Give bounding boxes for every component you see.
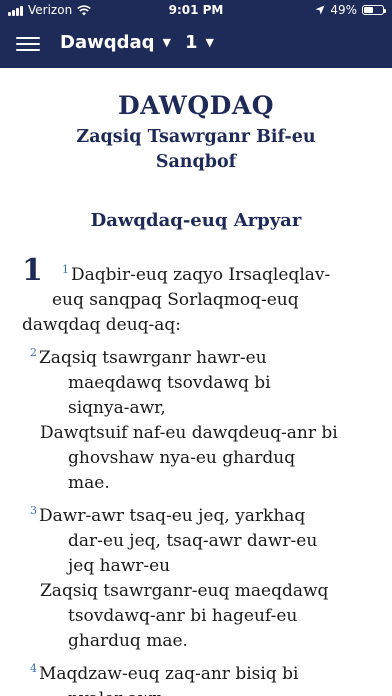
verse-text: Dawqtsuif naf-eu dawqdeuq-anr bi xyxy=(40,423,338,443)
verse-number[interactable]: 4 xyxy=(30,662,37,675)
verse-line: euq sanqpaq Sorlaqmoq-euq xyxy=(52,288,299,313)
verse-line: gharduq mae. xyxy=(68,629,188,654)
verse-line: 3 Dawr-awr tsaq-eu jeq, yarkhaq xyxy=(30,504,305,530)
chapter-selector[interactable]: 1 ▼ xyxy=(185,32,214,53)
verse-text: maeqdawq tsovdawq bi xyxy=(68,373,271,393)
nav-bar: Dawqdaq ▼ 1 ▼ xyxy=(0,22,392,68)
verse-text: nyaler awr xyxy=(68,689,161,696)
verse-line: 4 Maqdzaw-euq zaq-anr bisiq bi xyxy=(30,662,298,688)
verse-line: maeqdawq tsovdawq bi xyxy=(68,371,271,396)
chevron-down-icon: ▼ xyxy=(205,36,214,49)
verse-line: mae. xyxy=(68,471,110,496)
battery-percent: 49% xyxy=(330,3,357,17)
verse-line: Dawqtsuif naf-eu dawqdeuq-anr bi xyxy=(40,421,338,446)
verse-text: mae. xyxy=(68,473,110,493)
verse-text: tsovdawq-anr bi hageuf-eu xyxy=(68,606,298,626)
battery-fill xyxy=(364,7,373,13)
verse-text: ghovshaw nya-eu gharduq xyxy=(68,448,296,468)
verse-text: dar-eu jeq, tsaq-awr dawr-eu xyxy=(68,531,318,551)
verse-text: dawqdaq deuq-aq: xyxy=(22,315,182,335)
book-subtitle: Zaqsiq Tsawrganr Bif-eu Sanqbof xyxy=(76,127,316,172)
verse-number[interactable]: 1 xyxy=(62,263,69,276)
verse-line: dawqdaq deuq-aq: xyxy=(22,313,181,338)
verse-line: dar-eu jeq, tsaq-awr dawr-eu xyxy=(68,529,317,554)
verse-number[interactable]: 3 xyxy=(30,504,37,517)
verse-line: tsovdawq-anr bi hageuf-eu xyxy=(68,604,297,629)
verse-text: euq sanqpaq Sorlaqmoq-euq xyxy=(52,290,299,310)
chevron-down-icon: ▼ xyxy=(162,36,171,49)
location-arrow-icon xyxy=(315,5,325,15)
verse-text: Dawr-awr tsaq-eu jeq, yarkhaq xyxy=(39,506,306,526)
verse-line: jeq hawr-eu xyxy=(68,554,170,579)
book-name: Dawqdaq xyxy=(60,32,155,53)
verse-number[interactable]: 2 xyxy=(30,346,37,359)
verse-text: gharduq mae. xyxy=(68,631,188,651)
verse-line: 2 Zaqsiq tsawrganr hawr-eu xyxy=(30,346,267,372)
verse-text: jeq hawr-eu xyxy=(68,556,171,576)
battery-icon xyxy=(362,5,386,15)
hamburger-icon[interactable] xyxy=(16,34,40,54)
verse-text: Daqbir-euq zaqyo Irsaqleqlav- xyxy=(71,265,331,285)
verse-line: 1 Daqbir-euq zaqyo Irsaqleqlav- xyxy=(62,263,330,289)
verse-text: Zaqsiq tsawrganr-euq maeqdawq xyxy=(40,581,329,601)
section-heading: Dawqdaq-euq Arpyar xyxy=(90,210,302,231)
verse-text: Zaqsiq tsawrganr hawr-eu xyxy=(39,348,267,368)
book-selector[interactable]: Dawqdaq ▼ xyxy=(60,32,171,53)
verse-line: siqnya-awr, xyxy=(68,396,166,421)
verse-line: ghovshaw nya-eu gharduq xyxy=(68,446,295,471)
verse-text: siqnya-awr, xyxy=(68,398,166,418)
status-right: 49% xyxy=(315,3,386,17)
verse-line: nyaler awr xyxy=(68,687,161,696)
verse-text: Maqdzaw-euq zaq-anr bisiq bi xyxy=(39,664,299,684)
chapter-number: 1 xyxy=(22,253,43,288)
status-bar: Verizon 9:01 PM 49% xyxy=(0,0,392,22)
chapter-number-label: 1 xyxy=(185,32,198,53)
verse-line: Zaqsiq tsawrganr-euq maeqdawq xyxy=(40,579,328,604)
book-title: DAWQDAQ xyxy=(117,91,275,120)
scripture-content[interactable]: DAWQDAQ Zaqsiq Tsawrganr Bif-eu Sanqbof … xyxy=(0,68,392,696)
